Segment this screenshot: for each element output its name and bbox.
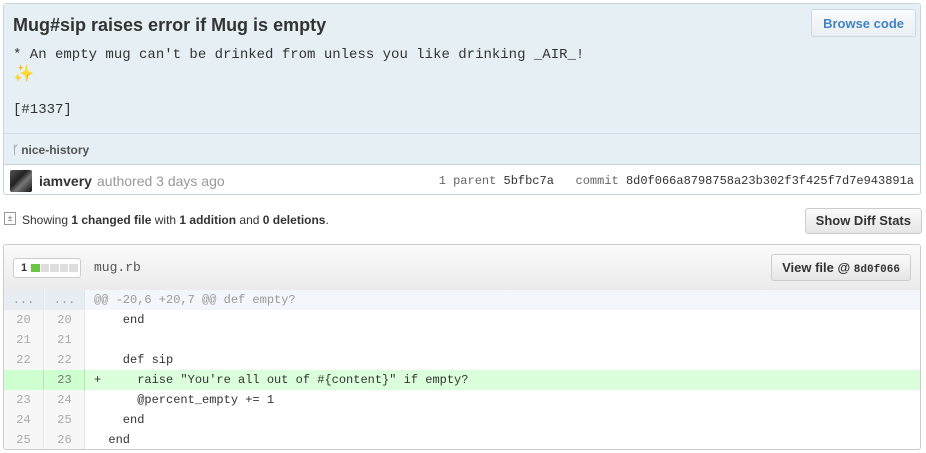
code-text: end	[94, 413, 145, 427]
branch-icon: ᚴ	[12, 143, 20, 157]
new-line-number[interactable]: 21	[45, 330, 85, 350]
old-line-number[interactable]: 24	[4, 410, 44, 430]
diff-stat-block	[40, 264, 50, 272]
diff-stat-block	[31, 264, 40, 272]
diff-summary: Showing 1 changed file with 1 addition a…	[22, 213, 329, 227]
diff-stat-bar	[31, 264, 78, 272]
diff-stat-block	[50, 264, 59, 272]
parent-label: 1 parent	[438, 174, 497, 188]
new-line-number[interactable]: 23	[45, 370, 85, 390]
file-name: mug.rb	[94, 260, 141, 275]
toc-prefix: Showing	[22, 213, 72, 227]
divider	[4, 133, 920, 134]
new-line-number[interactable]: 20	[45, 310, 85, 330]
diff-stat-badge: 1	[13, 258, 81, 278]
diff-line: 22 22 def sip	[4, 350, 920, 370]
sparkles-emoji: ✨	[13, 64, 35, 83]
parent-sha-link[interactable]: 5bfbc7a	[504, 174, 554, 188]
commit-description: * An empty mug can't be drinked from unl…	[13, 47, 585, 63]
avatar[interactable]	[10, 170, 32, 192]
code-text: + raise "You're all out of #{content}" i…	[94, 373, 469, 387]
new-line-number[interactable]: 26	[45, 430, 85, 449]
old-line-number[interactable]: 25	[4, 430, 44, 449]
diff-hunk-header: ...... @@ -20,6 +20,7 @@ def empty?	[4, 290, 920, 310]
view-file-label: View file @	[782, 260, 854, 275]
toc-suffix: .	[325, 213, 329, 227]
sha-info: 1 parent 5bfbc7a commit 8d0f066a8798758a…	[439, 174, 914, 188]
diff-line-added: 23 + raise "You're all out of #{content}"…	[4, 370, 920, 390]
code-text: end	[94, 313, 145, 327]
browse-code-button[interactable]: Browse code	[811, 9, 916, 37]
new-line-number[interactable]: 24	[45, 390, 85, 410]
additions-count: 1 addition	[179, 213, 237, 227]
diff-stat-count: 1	[21, 262, 28, 274]
authored-time: authored 3 days ago	[97, 173, 225, 189]
diff-line: 24 25 end	[4, 410, 920, 430]
old-line-number[interactable]: 21	[4, 330, 44, 350]
show-diff-stats-button[interactable]: Show Diff Stats	[804, 208, 922, 234]
diff-stat-block	[69, 264, 78, 272]
author-name[interactable]: iamvery	[39, 173, 92, 189]
deletions-count: 0 deletions	[262, 213, 326, 227]
toc-with: with	[151, 213, 180, 227]
old-line-number[interactable]: 20	[4, 310, 44, 330]
changed-files-count[interactable]: 1 changed file	[71, 213, 151, 227]
commit-header: Mug#sip raises error if Mug is empty Bro…	[4, 4, 920, 165]
old-line-number[interactable]	[4, 370, 44, 390]
code-text: @@ -20,6 +20,7 @@ def empty?	[94, 293, 296, 307]
code-text: def sip	[94, 353, 174, 367]
old-line-number[interactable]: 22	[4, 350, 44, 370]
commit-meta: iamvery authored 3 days ago 1 parent 5bf…	[4, 164, 920, 196]
new-line-number[interactable]: 22	[45, 350, 85, 370]
issue-reference[interactable]: [#1337]	[13, 102, 72, 118]
branch-name: nice-history	[21, 143, 90, 157]
diff-summary-icon: ±	[4, 212, 16, 225]
diff-line: 21 21	[4, 330, 920, 350]
view-file-button[interactable]: View file @ 8d0f066	[771, 254, 911, 281]
view-file-sha: 8d0f066	[853, 264, 900, 276]
commit-title: Mug#sip raises error if Mug is empty	[13, 15, 327, 35]
old-line-number[interactable]: ...	[4, 290, 44, 310]
code-text: end	[94, 433, 131, 447]
new-line-number[interactable]: ...	[45, 290, 85, 310]
diff-line: 25 26 end	[4, 430, 920, 449]
code-text: @percent_empty += 1	[94, 393, 275, 407]
new-line-number[interactable]: 25	[45, 410, 85, 430]
branch-label[interactable]: ᚴ nice-history	[12, 143, 89, 157]
file-diff: 1 mug.rb View file @ 8d0f066 ...... @@ -2…	[3, 244, 921, 450]
diff-lines: ...... @@ -20,6 +20,7 @@ def empty? 20 20 e…	[4, 290, 920, 449]
commit-label: commit	[575, 174, 619, 188]
commit-sha: 8d0f066a8798758a23b302f3f425f7d7e943891a	[625, 174, 914, 188]
diff-line: 23 24 @percent_empty += 1	[4, 390, 920, 410]
diff-stat-block	[59, 264, 69, 272]
toc-and: and	[236, 213, 263, 227]
commit-box: Mug#sip raises error if Mug is empty Bro…	[3, 3, 921, 195]
diff-line: 20 20 end	[4, 310, 920, 330]
file-header: 1 mug.rb View file @ 8d0f066	[4, 245, 920, 291]
old-line-number[interactable]: 23	[4, 390, 44, 410]
